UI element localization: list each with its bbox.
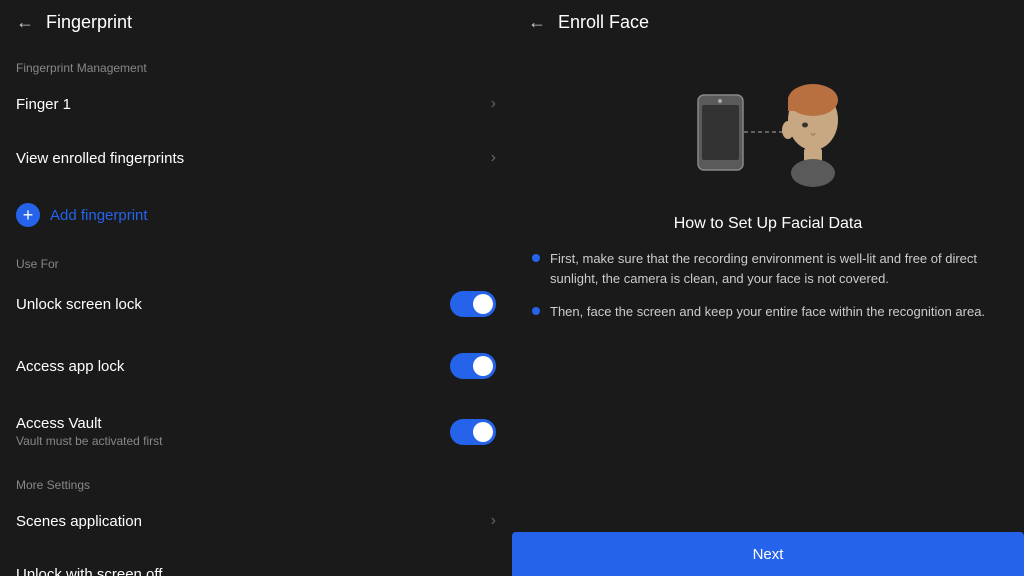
view-fingerprints-label: View enrolled fingerprints <box>16 150 184 167</box>
bullet-list: First, make sure that the recording envi… <box>512 249 1024 322</box>
add-fingerprint-label: Add fingerprint <box>50 207 148 224</box>
finger1-label: Finger 1 <box>16 96 71 113</box>
enroll-face-back-button[interactable]: ← <box>528 12 546 33</box>
section-use-for: Use For <box>0 241 512 277</box>
add-fingerprint-icon: + <box>16 203 40 227</box>
bullet-dot-2 <box>532 307 540 315</box>
fingerprint-header: ← Fingerprint <box>0 0 512 45</box>
access-vault-item[interactable]: Access Vault Vault must be activated fir… <box>0 401 512 462</box>
unlock-screen-lock-label: Unlock screen lock <box>16 296 142 313</box>
scenes-application-item[interactable]: Scenes application › <box>0 498 512 544</box>
enroll-face-panel: ← Enroll Face How to <box>512 0 1024 576</box>
access-app-lock-item[interactable]: Access app lock <box>0 339 512 393</box>
finger1-chevron: › <box>491 95 496 113</box>
access-vault-info: Access Vault Vault must be activated fir… <box>16 415 163 448</box>
unlock-screen-off-info: Unlock with screen off Touch side finger… <box>16 566 169 576</box>
access-app-lock-toggle[interactable] <box>450 353 496 379</box>
section-more-settings: More Settings <box>0 462 512 498</box>
unlock-screen-lock-toggle[interactable] <box>450 291 496 317</box>
back-button[interactable]: ← <box>16 12 34 33</box>
access-vault-toggle[interactable] <box>450 419 496 445</box>
setup-title: How to Set Up Facial Data <box>512 205 1024 249</box>
face-illustration <box>512 45 1024 205</box>
bullet-text-2: Then, face the screen and keep your enti… <box>550 302 985 322</box>
fingerprint-title: Fingerprint <box>46 12 132 33</box>
scenes-application-label: Scenes application <box>16 513 142 530</box>
finger1-item[interactable]: Finger 1 › <box>0 81 512 127</box>
next-button[interactable]: Next <box>512 532 1024 576</box>
scenes-application-chevron: › <box>491 512 496 530</box>
fingerprint-panel: ← Fingerprint Fingerprint Management Fin… <box>0 0 512 576</box>
access-app-lock-label: Access app lock <box>16 358 124 375</box>
enroll-face-header: ← Enroll Face <box>512 0 1024 45</box>
view-fingerprints-chevron: › <box>491 149 496 167</box>
next-button-label: Next <box>753 546 784 563</box>
view-fingerprints-item[interactable]: View enrolled fingerprints › <box>0 135 512 181</box>
section-fingerprint-mgmt: Fingerprint Management <box>0 45 512 81</box>
bullet-item-1: First, make sure that the recording envi… <box>532 249 1004 288</box>
unlock-screen-lock-item[interactable]: Unlock screen lock <box>0 277 512 331</box>
enroll-face-title: Enroll Face <box>558 12 649 33</box>
add-fingerprint-button[interactable]: + Add fingerprint <box>0 189 512 241</box>
unlock-screen-off-item[interactable]: Unlock with screen off Touch side finger… <box>0 552 512 576</box>
bullet-dot-1 <box>532 254 540 262</box>
bullet-item-2: Then, face the screen and keep your enti… <box>532 302 1004 322</box>
bullet-text-1: First, make sure that the recording envi… <box>550 249 1004 288</box>
